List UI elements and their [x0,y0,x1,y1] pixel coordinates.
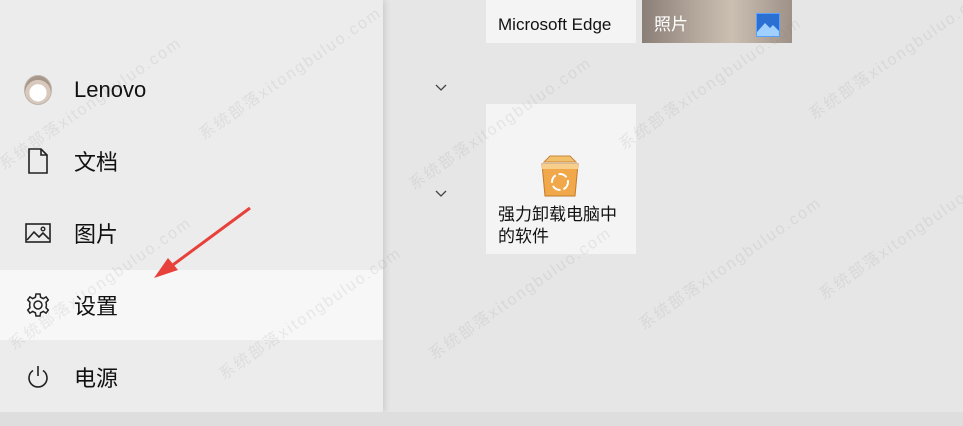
documents-label: 文档 [74,150,119,175]
document-icon [24,147,52,175]
power-item[interactable]: 电源 [0,342,383,412]
photos-tile-label: 照片 [654,15,688,34]
watermark: 系统部落xitongbuluo.com [816,164,963,304]
chevron-down-icon[interactable] [434,186,448,200]
photos-app-icon [756,13,780,37]
annotation-arrow [154,206,251,278]
power-icon [24,363,52,391]
gear-icon [24,291,52,319]
uninstaller-label-line1: 强力卸载电脑中 [498,205,617,224]
watermark: 系统部落xitongbuluo.com [636,194,826,334]
uninstaller-tile[interactable]: 强力卸载电脑中 的软件 [486,104,636,254]
edge-tile[interactable]: Microsoft Edge [486,0,636,43]
taskbar-edge [0,412,963,426]
user-account-item[interactable]: Lenovo [0,55,383,125]
watermark: 系统部落xitongbuluo.com [806,0,963,124]
settings-label: 设置 [74,294,119,319]
pictures-label: 图片 [74,222,119,247]
power-label: 电源 [74,366,119,391]
edge-tile-label: Microsoft Edge [498,15,612,34]
uninstaller-label-line2: 的软件 [498,227,549,246]
user-name-label: Lenovo [74,77,147,102]
recycle-bin-icon [540,154,580,198]
photos-tile[interactable]: 照片 [642,0,792,43]
documents-item[interactable]: 文档 [0,126,383,196]
chevron-down-icon[interactable] [434,80,448,94]
user-avatar [24,75,52,105]
picture-icon [24,219,52,247]
